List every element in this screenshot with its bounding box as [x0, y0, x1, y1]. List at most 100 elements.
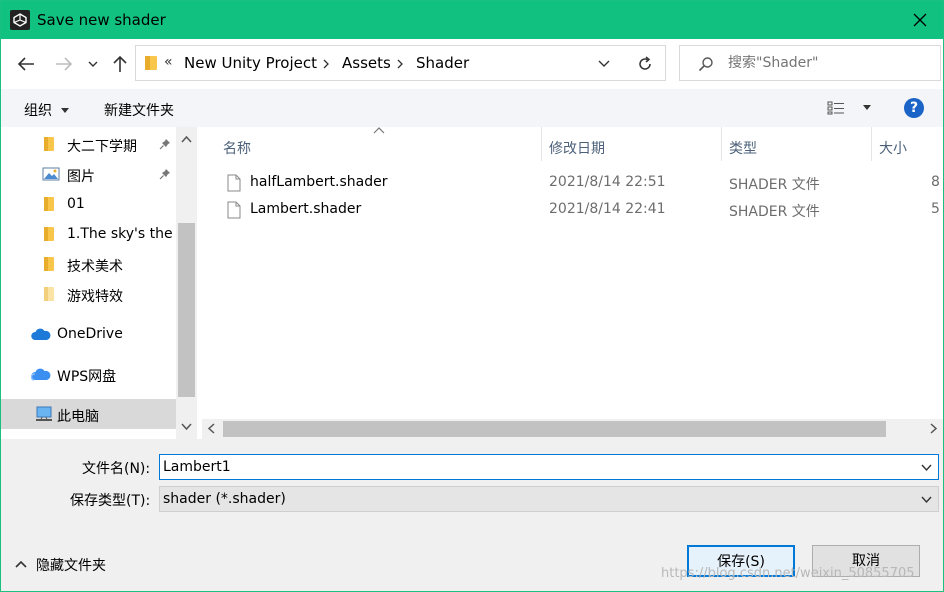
column-header-name[interactable]: 名称 — [223, 138, 251, 158]
file-date: 2021/8/14 22:41 — [549, 201, 666, 217]
nav-item-label: 此电脑 — [57, 409, 99, 425]
recent-locations-button[interactable] — [85, 52, 101, 76]
column-divider[interactable] — [541, 127, 542, 161]
nav-item-label: 技术美术 — [67, 259, 123, 275]
nav-item-label: 大二下学期 — [67, 139, 137, 155]
file-list-scrollbar[interactable] — [202, 419, 943, 439]
nav-item-label: WPS网盘 — [57, 369, 117, 385]
nav-item-pictures[interactable]: 图片 — [1, 159, 176, 189]
filename-field[interactable] — [159, 454, 939, 480]
triangle-down-icon — [61, 108, 70, 113]
search-box[interactable] — [679, 45, 941, 81]
chevron-right-icon[interactable] — [322, 59, 330, 69]
chevron-down-icon[interactable] — [181, 423, 192, 431]
nav-item-label: 1.The sky's the — [67, 226, 173, 242]
cloud-icon — [31, 328, 51, 340]
sort-ascending-icon — [373, 127, 385, 134]
file-name: halfLambert.shader — [250, 174, 388, 190]
refresh-icon — [639, 56, 651, 70]
nav-item-folder-game-fx[interactable]: 游戏特效 — [1, 279, 176, 309]
column-divider[interactable] — [871, 127, 872, 161]
command-toolbar: 组织 新建文件夹 ? — [1, 89, 943, 127]
chevron-down-icon — [921, 496, 932, 504]
nav-item-onedrive[interactable]: OneDrive — [1, 319, 176, 349]
folder-icon — [44, 137, 54, 151]
chevron-right-icon[interactable] — [930, 423, 938, 434]
address-segment-assets[interactable]: Assets — [342, 54, 391, 72]
address-overflow[interactable]: « — [164, 54, 173, 70]
navigation-bar: « New Unity Project Assets Shader — [1, 39, 943, 89]
column-header-type[interactable]: 类型 — [729, 138, 757, 158]
folder-icon — [44, 257, 54, 271]
file-size: 5 — [931, 201, 940, 217]
file-list: 名称 修改日期 类型 大小 halfLambert.shader 2021/8/… — [202, 127, 943, 439]
file-type: SHADER 文件 — [729, 177, 820, 193]
up-button[interactable] — [108, 52, 132, 76]
address-segment-project[interactable]: New Unity Project — [184, 54, 317, 72]
new-folder-button[interactable]: 新建文件夹 — [104, 100, 174, 120]
pictures-icon — [42, 167, 60, 181]
refresh-button[interactable] — [624, 45, 666, 81]
filetype-value: shader (*.shader) — [163, 491, 286, 507]
filename-label: 文件名(N): — [82, 461, 151, 477]
nav-item-wps-cloud[interactable]: WPS网盘 — [1, 359, 176, 389]
chevron-right-icon[interactable] — [396, 59, 404, 69]
file-date: 2021/8/14 22:51 — [549, 174, 666, 190]
navigation-pane: 大二下学期 图片 01 1.The sky's the 技术美术 游戏特效 On… — [1, 127, 197, 439]
table-row[interactable]: Lambert.shader 2021/8/14 22:41 SHADER 文件… — [222, 197, 942, 223]
filetype-label: 保存类型(T): — [70, 493, 151, 509]
nav-item-quick-access-1[interactable]: 大二下学期 — [1, 129, 176, 159]
arrow-left-icon — [17, 57, 34, 71]
scrollbar-thumb[interactable] — [223, 421, 886, 437]
folder-icon — [44, 227, 54, 241]
arrow-right-icon — [56, 57, 73, 71]
organize-button[interactable]: 组织 — [24, 100, 70, 120]
nav-item-label: OneDrive — [57, 326, 123, 342]
column-header-date[interactable]: 修改日期 — [549, 138, 605, 158]
view-list-icon — [827, 101, 844, 115]
nav-item-this-pc[interactable]: 此电脑 — [1, 399, 176, 429]
search-input[interactable] — [728, 53, 928, 73]
file-icon — [227, 201, 241, 219]
folder-icon — [145, 56, 157, 70]
nav-item-label: 01 — [67, 196, 85, 212]
arrow-up-icon — [113, 55, 127, 72]
nav-item-label: 游戏特效 — [67, 289, 123, 305]
address-bar[interactable]: « New Unity Project Assets Shader — [135, 45, 625, 81]
nav-item-folder-sky[interactable]: 1.The sky's the — [1, 219, 176, 249]
column-divider[interactable] — [721, 127, 722, 161]
chevron-left-icon[interactable] — [207, 423, 215, 434]
computer-icon — [36, 406, 52, 421]
unity-app-icon — [10, 10, 30, 30]
watermark-text: https://blog.csdn.net/weixin_50855705 — [661, 566, 915, 581]
hide-folders-label: 隐藏文件夹 — [36, 558, 106, 574]
close-icon — [913, 13, 927, 27]
nav-pane-scrollbar[interactable] — [176, 127, 197, 439]
scrollbar-thumb[interactable] — [178, 223, 195, 397]
chevron-up-icon[interactable] — [181, 135, 192, 143]
address-segment-shader[interactable]: Shader — [416, 54, 469, 72]
filename-input[interactable] — [163, 458, 903, 476]
chevron-up-icon — [15, 560, 27, 568]
chevron-down-icon[interactable] — [598, 59, 610, 69]
window-title: Save new shader — [37, 11, 166, 29]
file-name: Lambert.shader — [250, 201, 362, 217]
pin-icon[interactable] — [159, 168, 171, 180]
file-size: 8 — [931, 174, 940, 190]
change-view-button[interactable] — [827, 100, 872, 116]
chevron-down-icon — [88, 61, 98, 67]
pin-icon[interactable] — [159, 138, 171, 150]
forward-button[interactable] — [52, 52, 76, 76]
column-header-size[interactable]: 大小 — [879, 138, 907, 158]
back-button[interactable] — [14, 52, 38, 76]
file-type: SHADER 文件 — [729, 204, 820, 220]
help-button[interactable]: ? — [904, 98, 924, 118]
chevron-down-icon[interactable] — [921, 464, 932, 472]
filetype-select[interactable]: shader (*.shader) — [159, 486, 939, 512]
nav-item-folder-01[interactable]: 01 — [1, 189, 176, 219]
triangle-down-icon — [863, 105, 872, 110]
save-dialog: Save new shader « New Unity Project Asse… — [0, 0, 944, 592]
close-button[interactable] — [897, 1, 943, 39]
nav-item-folder-tech-art[interactable]: 技术美术 — [1, 249, 176, 279]
table-row[interactable]: halfLambert.shader 2021/8/14 22:51 SHADE… — [222, 170, 942, 196]
